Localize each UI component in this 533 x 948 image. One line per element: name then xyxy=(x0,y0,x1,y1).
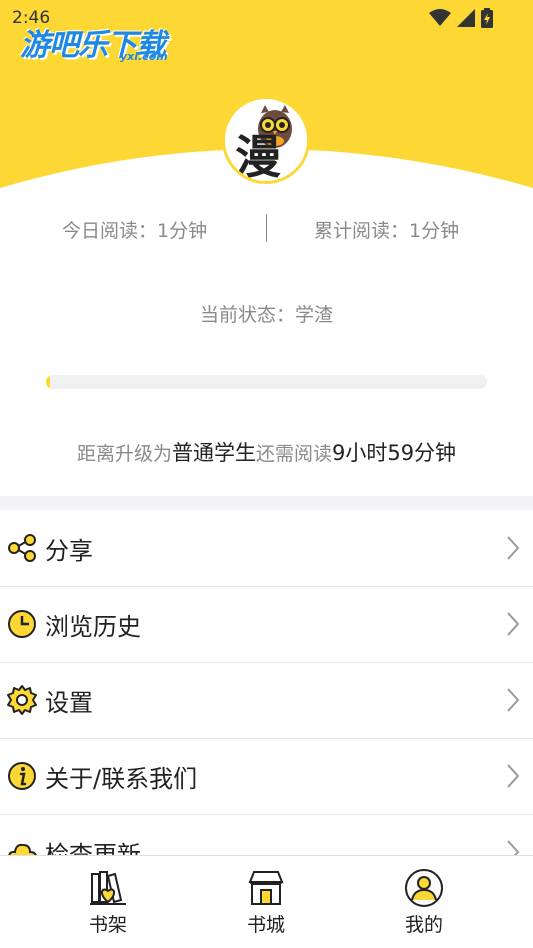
status-icons xyxy=(429,8,493,28)
menu-label-settings: 设置 xyxy=(45,689,93,717)
info-icon xyxy=(8,762,36,790)
menu-item-settings[interactable]: 设置 xyxy=(0,663,533,739)
today-reading: 今日阅读：1分钟 xyxy=(62,220,208,242)
nav-label-profile: 我的 xyxy=(404,914,443,936)
nav-label-bookstore: 书城 xyxy=(246,914,285,936)
menu-label-about: 关于/联系我们 xyxy=(45,765,198,793)
chevron-right-icon xyxy=(507,536,520,560)
nav-label-bookshelf: 书架 xyxy=(88,914,127,936)
settings-menu: 分享 浏览历史 设置 关于/联系我们 xyxy=(0,511,533,891)
watermark-subtext: yxl.com xyxy=(120,50,168,63)
owl-avatar-icon: 漫 xyxy=(225,99,307,181)
wifi-icon xyxy=(429,9,451,26)
gear-icon xyxy=(7,685,37,715)
menu-item-about[interactable]: 关于/联系我们 xyxy=(0,739,533,815)
share-icon xyxy=(8,534,36,562)
menu-label-share: 分享 xyxy=(45,537,93,565)
clock-icon xyxy=(8,610,36,638)
upgrade-info: 距离升级为普通学生还需阅读9小时59分钟 xyxy=(0,437,533,467)
stats-divider xyxy=(266,214,267,242)
total-reading: 累计阅读：1分钟 xyxy=(314,220,460,242)
chevron-right-icon xyxy=(507,764,520,788)
bookstore-icon xyxy=(248,871,284,905)
svg-text:漫: 漫 xyxy=(235,130,281,181)
watermark-logo: 游吧乐下载 yxl.com xyxy=(20,20,168,64)
menu-item-share[interactable]: 分享 xyxy=(0,511,533,587)
bottom-nav: 书架 书城 我的 xyxy=(0,855,533,948)
nav-bookstore[interactable]: 书城 xyxy=(226,868,306,937)
upgrade-time: 9小时59分钟 xyxy=(331,441,457,465)
upgrade-level: 普通学生 xyxy=(171,441,256,465)
battery-icon xyxy=(481,8,493,28)
upgrade-prefix: 距离升级为 xyxy=(76,443,172,465)
menu-item-history[interactable]: 浏览历史 xyxy=(0,587,533,663)
bookshelf-icon xyxy=(90,871,126,905)
menu-label-history: 浏览历史 xyxy=(45,613,141,641)
nav-bookshelf[interactable]: 书架 xyxy=(68,868,148,937)
avatar[interactable]: 漫 xyxy=(222,96,310,184)
section-divider xyxy=(0,496,533,510)
chevron-right-icon xyxy=(507,612,520,636)
reading-stats: 今日阅读：1分钟 累计阅读：1分钟 xyxy=(0,208,533,248)
signal-icon xyxy=(457,9,475,27)
level-progress-bar xyxy=(46,375,487,389)
level-progress-fill xyxy=(46,375,51,389)
current-status: 当前状态：学渣 xyxy=(199,304,333,326)
upgrade-middle: 还需阅读 xyxy=(255,443,332,465)
chevron-right-icon xyxy=(507,688,520,712)
nav-profile[interactable]: 我的 xyxy=(384,868,464,937)
profile-icon xyxy=(405,869,443,907)
